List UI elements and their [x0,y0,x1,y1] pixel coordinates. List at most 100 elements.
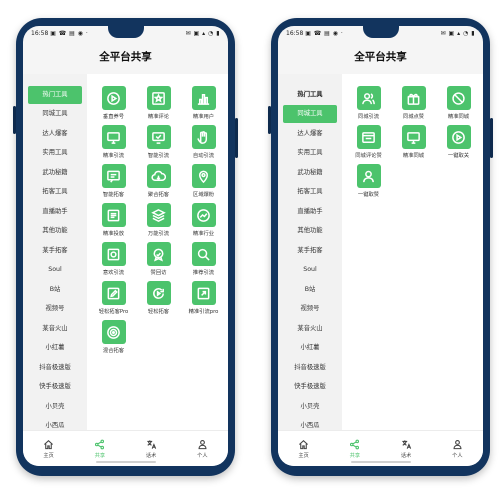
sidebar-item[interactable]: Soul [283,261,337,279]
tool-tile[interactable] [446,86,471,110]
tool-item[interactable]: 同城引流 [346,86,391,121]
sidebar-item[interactable]: B站 [283,281,337,299]
sidebar-item[interactable]: B站 [28,281,82,299]
tool-tile[interactable] [356,86,381,110]
sidebar-item[interactable]: 快手极速版 [283,378,337,396]
sidebar-item[interactable]: 拓客工具 [28,183,82,201]
tool-tile[interactable] [101,86,126,110]
tool-tile[interactable] [446,125,471,149]
sidebar-item[interactable]: 达人爆客 [283,125,337,143]
sidebar-item[interactable]: 热门工具 [28,85,82,104]
sidebar-item[interactable]: Soul [28,261,82,279]
sidebar-item[interactable]: 小贝壳 [28,398,82,416]
tool-tile[interactable] [191,164,216,188]
tool-tile[interactable] [356,164,381,188]
tool-item[interactable]: 精准同城 [436,86,481,121]
tab-label: 个人 [197,452,208,459]
tool-tile[interactable] [146,86,171,110]
tool-tile[interactable] [191,242,216,266]
tool-tile[interactable] [146,281,171,305]
person-icon [198,439,207,449]
sidebar-item[interactable]: 实用工具 [283,144,337,162]
tool-item[interactable]: 轻松拓客Pro [91,281,136,316]
page-title: 全平台共享 [99,51,152,63]
tool-item[interactable]: 轻松拓客 [136,281,181,316]
sidebar-item[interactable]: 同城工具 [283,105,337,123]
tool-tile[interactable] [401,86,426,110]
tool-item[interactable]: 精准行业 [181,203,226,238]
tool-item[interactable]: 万能引流 [136,203,181,238]
tool-item[interactable]: 精准引流pro [181,281,226,316]
tool-label: 精准引流pro [188,309,219,315]
tab-person[interactable]: 个人 [177,431,228,466]
tool-tile[interactable] [356,125,381,149]
tool-item[interactable]: 自动引流 [181,125,226,160]
tool-tile[interactable] [101,125,126,149]
home-icon [299,439,309,449]
search-icon [197,248,210,261]
tool-tile[interactable] [146,203,171,227]
tab-person[interactable]: 个人 [432,431,483,466]
tool-item[interactable]: 一键取关 [436,125,481,160]
sidebar-item[interactable]: 某手拓客 [28,242,82,260]
sidebar-item[interactable]: 热门工具 [283,86,337,104]
tool-item[interactable]: 意欢引流 [91,242,136,277]
sidebar-item[interactable]: 某音火山 [28,320,82,338]
tool-item[interactable]: 精准用户 [181,86,226,121]
sidebar-item[interactable]: 视频号 [283,300,337,318]
sidebar-item[interactable]: 某手拓客 [283,242,337,260]
sidebar-item[interactable]: 某音火山 [283,320,337,338]
sidebar-item[interactable]: 直播助手 [28,203,82,221]
sidebar-item[interactable]: 小红薯 [28,339,82,357]
tool-tile[interactable] [191,86,216,110]
tool-tile[interactable] [401,125,426,149]
tool-item[interactable]: 智能拓客 [91,164,136,199]
sidebar-item[interactable]: 其他功能 [283,222,337,240]
tool-item[interactable]: 同城评论赞 [346,125,391,160]
tool-tile[interactable] [101,242,126,266]
tool-tile[interactable] [191,125,216,149]
tool-item[interactable]: 区域爆粉 [181,164,226,199]
tool-tile[interactable] [146,125,171,149]
sidebar-item[interactable]: 武功秘籍 [283,164,337,182]
sidebar-item[interactable]: 同城工具 [28,105,82,123]
tool-label: 轻松拓客Pro [98,309,129,315]
tool-tile[interactable] [101,164,126,188]
tool-item[interactable]: 精准评论 [136,86,181,121]
tool-item[interactable]: 精准投放 [91,203,136,238]
tool-item[interactable]: 智能引流 [136,125,181,160]
sidebar-item[interactable]: 实用工具 [28,144,82,162]
sidebar-item[interactable]: 抖音极速版 [283,359,337,377]
sidebar-item[interactable]: 抖音极速版 [28,359,82,377]
tool-item[interactable]: 精准引流 [91,125,136,160]
tool-item[interactable]: 一键取赞 [346,164,391,199]
dial-icon [107,248,120,260]
tool-tile[interactable] [101,320,126,344]
category-sidebar: 热门工具 同城工具达人爆客 实用工具武功秘籍 拓客工具直播助手 其他功能某手拓客 Soul… [278,74,342,430]
sidebar-item[interactable]: 拓客工具 [283,183,337,201]
sidebar-item[interactable]: 小贝壳 [283,398,337,416]
tool-tile[interactable] [191,203,216,227]
volume-button [268,106,271,134]
sidebar-item[interactable]: 武功秘籍 [28,164,82,182]
tool-tile[interactable] [101,281,126,305]
tool-tile[interactable] [191,281,216,305]
tool-item[interactable]: 聚合拓客 [136,164,181,199]
tool-item[interactable]: 垂直养号 [91,86,136,121]
tool-tile[interactable] [101,203,126,227]
sidebar-item[interactable]: 达人爆客 [28,125,82,143]
tool-tile[interactable] [146,242,171,266]
tool-item[interactable]: 赞回访 [136,242,181,277]
tab-home[interactable]: 主页 [278,431,329,466]
sidebar-item[interactable]: 视频号 [28,300,82,318]
sidebar-item[interactable]: 直播助手 [283,203,337,221]
tool-item[interactable]: 同城点赞 [391,86,436,121]
sidebar-item[interactable]: 小红薯 [283,339,337,357]
tool-tile[interactable] [146,164,171,188]
sidebar-item[interactable]: 快手极速版 [28,378,82,396]
tab-home[interactable]: 主页 [23,431,74,466]
tool-item[interactable]: 混合拓客 [91,320,136,355]
tool-item[interactable]: 推荐引流 [181,242,226,277]
tool-item[interactable]: 精准同城 [391,125,436,160]
sidebar-item[interactable]: 其他功能 [28,222,82,240]
